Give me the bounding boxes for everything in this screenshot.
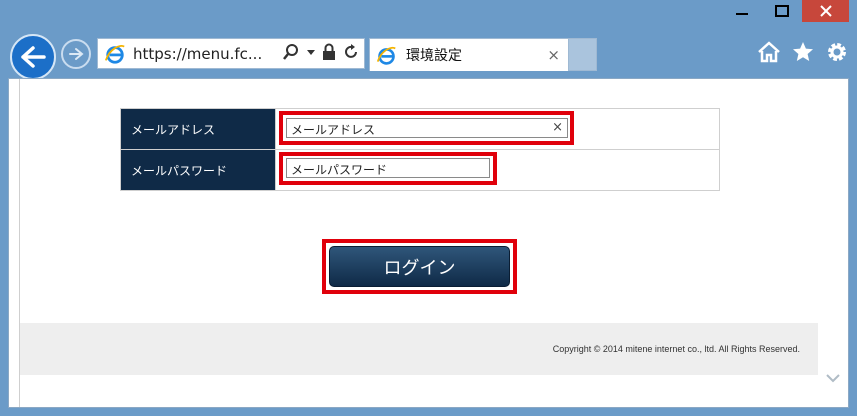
home-icon[interactable] bbox=[757, 40, 781, 64]
back-button[interactable] bbox=[10, 34, 56, 80]
navigation-bar: https://menu.fc... 環境設定 × bbox=[0, 30, 857, 80]
email-field-value: メールアドレス bbox=[291, 123, 376, 137]
minimize-icon[interactable] bbox=[722, 0, 762, 22]
close-icon[interactable] bbox=[802, 0, 849, 22]
tab-active[interactable]: 環境設定 × bbox=[369, 38, 569, 71]
lock-icon[interactable] bbox=[322, 43, 336, 61]
clear-icon[interactable]: × bbox=[552, 120, 563, 135]
address-bar[interactable]: https://menu.fc... bbox=[97, 38, 365, 69]
login-highlight: ログイン bbox=[322, 239, 517, 294]
refresh-icon[interactable] bbox=[342, 43, 360, 61]
settings-gear-icon[interactable] bbox=[825, 40, 849, 64]
tab-close-icon[interactable]: × bbox=[547, 46, 560, 64]
forward-arrow-icon bbox=[69, 48, 84, 60]
password-field[interactable]: メールパスワード bbox=[286, 158, 490, 178]
password-field-value: メールパスワード bbox=[291, 163, 388, 177]
maximize-icon[interactable] bbox=[762, 0, 802, 22]
search-icon[interactable] bbox=[282, 43, 300, 61]
email-field[interactable]: メールアドレス × bbox=[286, 118, 568, 138]
address-text[interactable]: https://menu.fc... bbox=[133, 45, 262, 63]
new-tab-button[interactable] bbox=[569, 38, 597, 71]
email-row: メールアドレス メールアドレス × bbox=[120, 108, 720, 150]
address-bar-icons bbox=[282, 43, 360, 61]
back-arrow-icon bbox=[21, 46, 46, 68]
login-form-table: メールアドレス メールアドレス × メールパスワード メールパスワード bbox=[120, 108, 720, 191]
dropdown-icon[interactable] bbox=[306, 43, 316, 61]
content-viewport: メールアドレス メールアドレス × メールパスワード メールパスワード ログイン… bbox=[8, 78, 849, 408]
scrollbar[interactable] bbox=[818, 79, 848, 407]
ie-logo-icon bbox=[104, 44, 125, 64]
password-label: メールパスワード bbox=[120, 149, 276, 191]
email-label: メールアドレス bbox=[120, 108, 276, 150]
tab-title: 環境設定 bbox=[406, 48, 462, 64]
password-cell: メールパスワード bbox=[275, 149, 720, 191]
chevron-down-icon[interactable] bbox=[826, 368, 840, 387]
copyright-text: Copyright © 2014 mitene internet co., lt… bbox=[552, 344, 800, 354]
browser-window: https://menu.fc... 環境設定 × メールアドレス メールアドレ… bbox=[0, 0, 857, 416]
forward-button[interactable] bbox=[61, 39, 91, 69]
footer: Copyright © 2014 mitene internet co., lt… bbox=[20, 323, 820, 375]
ie-logo-icon bbox=[376, 46, 396, 65]
email-cell: メールアドレス × bbox=[275, 108, 720, 150]
window-controls bbox=[722, 0, 849, 28]
login-button[interactable]: ログイン bbox=[329, 246, 510, 287]
browser-toolbar-icons bbox=[757, 40, 849, 64]
page: メールアドレス メールアドレス × メールパスワード メールパスワード ログイン… bbox=[19, 79, 820, 407]
favorites-star-icon[interactable] bbox=[791, 40, 815, 64]
password-row: メールパスワード メールパスワード bbox=[120, 149, 720, 191]
